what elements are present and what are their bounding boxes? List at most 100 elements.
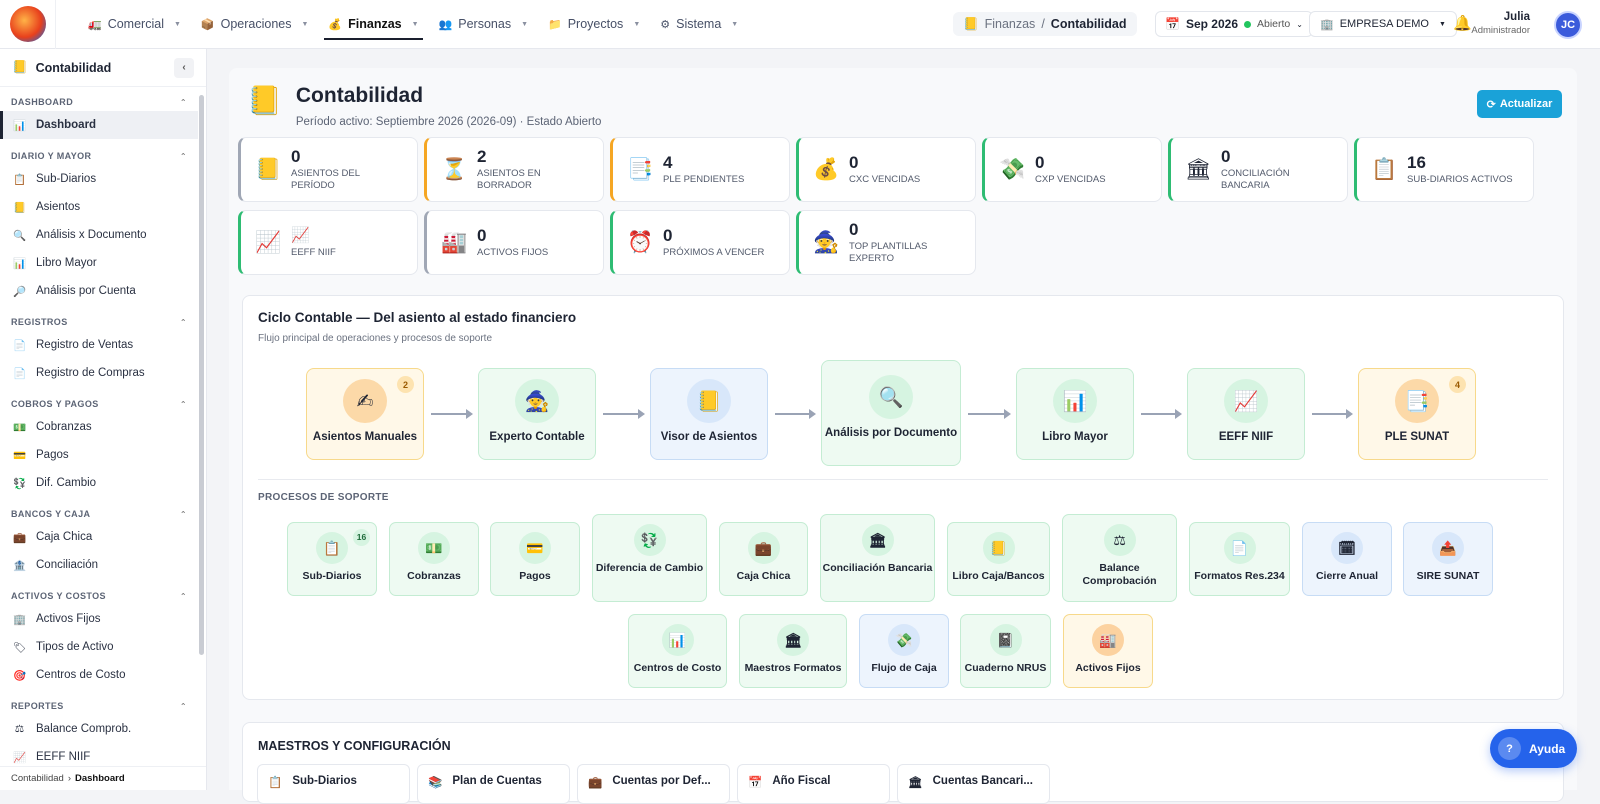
nav-sistema[interactable]: ⚙ Sistema ▼ (650, 0, 748, 49)
sidebar-item-conciliacion[interactable]: 🏦 Conciliación (0, 551, 198, 579)
support-node-conciliacion-bancaria[interactable]: 🏛 Conciliación Bancaria (820, 514, 935, 602)
master-card-plan-de-cuentas[interactable]: 📚 Plan de Cuentas (417, 764, 570, 804)
support-node-label: Pagos (519, 570, 551, 582)
sidebar-section-registros[interactable]: REGISTROS ⌃ (0, 313, 198, 331)
kpi-card-eeff-niif[interactable]: 📈 📈 EEFF NIIF (238, 210, 418, 275)
sidebar-item-caja-chica[interactable]: 💼 Caja Chica (0, 523, 198, 551)
kpi-card-top-plantillas-experto[interactable]: 🧙 0 TOP PLANTILLAS EXPERTO (796, 210, 976, 275)
sidebar-item-cobranzas[interactable]: 💵 Cobranzas (0, 413, 198, 441)
sidebar-item-dashboard[interactable]: 📊 Dashboard (0, 111, 198, 139)
support-node-libro-caja-bancos[interactable]: 📒 Libro Caja/Bancos (947, 522, 1050, 596)
sidebar-item-label: Análisis por Cuenta (36, 285, 136, 297)
sidebar-item-dif-cambio[interactable]: 💱 Dif. Cambio (0, 469, 198, 497)
kpi-card-cxc-vencidas[interactable]: 💰 0 CXC VENCIDAS (796, 137, 976, 202)
support-node-sire-sunat[interactable]: 📤 SIRE SUNAT (1403, 522, 1493, 596)
nav-proyectos[interactable]: 📁 Proyectos ▼ (538, 0, 650, 49)
kpi-card-activos-fijos[interactable]: 🏭 0 ACTIVOS FIJOS (424, 210, 604, 275)
support-node-diferencia-de-cambio[interactable]: 💱 Diferencia de Cambio (592, 514, 707, 602)
kpi-icon: 🏛 (1185, 157, 1212, 181)
help-button[interactable]: ? Ayuda (1490, 729, 1577, 768)
sidebar-item-label: Registro de Ventas (36, 339, 134, 351)
support-node-caja-chica[interactable]: 💼 Caja Chica (719, 522, 808, 596)
kpi-icon: 📈 (255, 230, 282, 254)
app-logo[interactable] (0, 0, 56, 49)
cycle-node-visor-de-asientos[interactable]: 📒 Visor de Asientos (650, 368, 768, 460)
cycle-node-label: Visor de Asientos (660, 431, 758, 443)
sidebar-scrollbar[interactable] (199, 95, 204, 655)
sidebar-item-analisis-por-cuenta[interactable]: 🔎 Análisis por Cuenta (0, 277, 198, 305)
kpi-value: 0 (849, 152, 859, 172)
collapse-sidebar-button[interactable]: ‹ (174, 57, 194, 78)
sidebar-section-diario-y-mayor[interactable]: DIARIO Y MAYOR ⌃ (0, 147, 198, 165)
kpi-icon: 📑 (627, 157, 654, 181)
cycle-node-libro-mayor[interactable]: 📊 Libro Mayor (1016, 368, 1134, 460)
kpi-card-ple-pendientes[interactable]: 📑 4 PLE PENDIENTES (610, 137, 790, 202)
kpi-card-sub-diarios-activos[interactable]: 📋 16 SUB-DIARIOS ACTIVOS (1354, 137, 1534, 202)
cycle-node-eeff-niif[interactable]: 📈 EEFF NIIF (1187, 368, 1305, 460)
support-node-pagos[interactable]: 💳 Pagos (490, 522, 580, 596)
sidebar-item-tipos-de-activo[interactable]: 🏷 Tipos de Activo (0, 633, 198, 661)
sidebar-section-cobros-y-pagos[interactable]: COBROS Y PAGOS ⌃ (0, 395, 198, 413)
sidebar-item-registro-de-compras[interactable]: 📄 Registro de Compras (0, 359, 198, 387)
support-node-icon: 📓 (989, 624, 1022, 656)
support-node-balance-comprobacion[interactable]: ⚖ Balance Comprobación (1062, 514, 1177, 602)
kpi-card-proximos-a-vencer[interactable]: ⏰ 0 PRÓXIMOS A VENCER (610, 210, 790, 275)
company-selector[interactable]: 🏢 EMPRESA DEMO ▼ (1309, 11, 1457, 37)
master-card-sub-diarios[interactable]: 📋 Sub-Diarios (257, 764, 410, 804)
breadcrumb-section[interactable]: Finanzas (985, 17, 1036, 31)
caret-down-icon: ▼ (173, 20, 181, 28)
sidebar-item-label: Balance Comprob. (36, 723, 132, 735)
sidebar-item-pagos[interactable]: 💳 Pagos (0, 441, 198, 469)
master-card-ano-fiscal[interactable]: 📅 Año Fiscal (737, 764, 890, 804)
support-node-sub-diarios[interactable]: 📋 Sub-Diarios 16 (287, 522, 377, 596)
kpi-card-asientos-en-borrador[interactable]: ⏳ 2 ASIENTOS EN BORRADOR (424, 137, 604, 202)
sidebar-item-centros-de-costo[interactable]: 🎯 Centros de Costo (0, 661, 198, 689)
sidebar-item-registro-de-ventas[interactable]: 📄 Registro de Ventas (0, 331, 198, 359)
kpi-icon: 🏭 (441, 230, 468, 254)
sidebar-item-icon: 🎯 (13, 669, 27, 682)
kpi-label: PLE PENDIENTES (663, 173, 745, 185)
support-node-cierre-anual[interactable]: 🗓 Cierre Anual (1302, 522, 1392, 596)
kpi-card-cxp-vencidas[interactable]: 💸 0 CXP VENCIDAS (982, 137, 1162, 202)
nav-finanzas[interactable]: 💰 Finanzas ▼ (318, 0, 428, 49)
sidebar-section-activos-y-costos[interactable]: ACTIVOS Y COSTOS ⌃ (0, 587, 198, 605)
sidebar-item-sub-diarios[interactable]: 📋 Sub-Diarios (0, 165, 198, 193)
kpi-card-asientos-del-periodo[interactable]: 📒 0 ASIENTOS DEL PERÍODO (238, 137, 418, 202)
sidebar-item-analisis-x-documento[interactable]: 🔍 Análisis x Documento (0, 221, 198, 249)
period-selector[interactable]: 📅 Sep 2026 Abierto ⌄ (1155, 11, 1313, 37)
building-icon: 🏢 (1320, 18, 1334, 31)
support-node-maestros-formatos[interactable]: 🏛 Maestros Formatos (739, 614, 847, 688)
nav-operaciones[interactable]: 📦 Operaciones ▼ (191, 0, 319, 49)
kpi-card-conciliacion-bancaria[interactable]: 🏛 0 CONCILIACIÓN BANCARIA (1168, 137, 1348, 202)
cycle-node-ple-sunat[interactable]: 📑 PLE SUNAT 4 (1358, 368, 1476, 460)
sidebar-section-reportes[interactable]: REPORTES ⌃ (0, 697, 198, 715)
sidebar-item-balance-comprob[interactable]: ⚖ Balance Comprob. (0, 715, 198, 743)
cycle-node-asientos-manuales[interactable]: ✍ Asientos Manuales 2 (306, 368, 424, 460)
avatar[interactable]: JC (1554, 11, 1582, 39)
cycle-node-analisis-por-documento[interactable]: 🔍 Análisis por Documento (821, 360, 961, 466)
master-card-icon: 💼 (588, 777, 603, 789)
sidebar-section-dashboard[interactable]: DASHBOARD ⌃ (0, 93, 198, 111)
user-menu[interactable]: Julia Administrador (1471, 11, 1530, 36)
bell-icon[interactable]: 🔔 (1453, 14, 1472, 32)
sidebar-section-bancos-y-caja[interactable]: BANCOS Y CAJA ⌃ (0, 505, 198, 523)
support-node-cuaderno-nrus[interactable]: 📓 Cuaderno NRUS (960, 614, 1051, 688)
support-node-formatos-res-234[interactable]: 📄 Formatos Res.234 (1189, 522, 1290, 596)
support-node-activos-fijos[interactable]: 🏭 Activos Fijos (1063, 614, 1153, 688)
nav-personas[interactable]: 👥 Personas ▼ (429, 0, 538, 49)
support-node-flujo-de-caja[interactable]: 💸 Flujo de Caja (859, 614, 949, 688)
caret-down-icon: ▼ (521, 20, 529, 28)
sidebar-item-libro-mayor[interactable]: 📊 Libro Mayor (0, 249, 198, 277)
cycle-node-experto-contable[interactable]: 🧙 Experto Contable (478, 368, 596, 460)
sidebar-item-asientos[interactable]: 📒 Asientos (0, 193, 198, 221)
refresh-button[interactable]: ⟳ Actualizar (1477, 90, 1562, 118)
sidebar-item-icon: 📊 (13, 257, 27, 270)
sidebar-item-activos-fijos[interactable]: 🏢 Activos Fijos (0, 605, 198, 633)
period-label: Sep 2026 (1185, 17, 1238, 31)
master-card-cuentas-por-def[interactable]: 💼 Cuentas por Def... (577, 764, 730, 804)
master-card-cuentas-bancari[interactable]: 🏛 Cuentas Bancari... (897, 764, 1050, 804)
sidebar-item-label: Análisis x Documento (36, 229, 147, 241)
support-node-cobranzas[interactable]: 💵 Cobranzas (389, 522, 479, 596)
nav-comercial[interactable]: 🚛 Comercial ▼ (78, 0, 191, 49)
support-node-centros-de-costo[interactable]: 📊 Centros de Costo (628, 614, 727, 688)
